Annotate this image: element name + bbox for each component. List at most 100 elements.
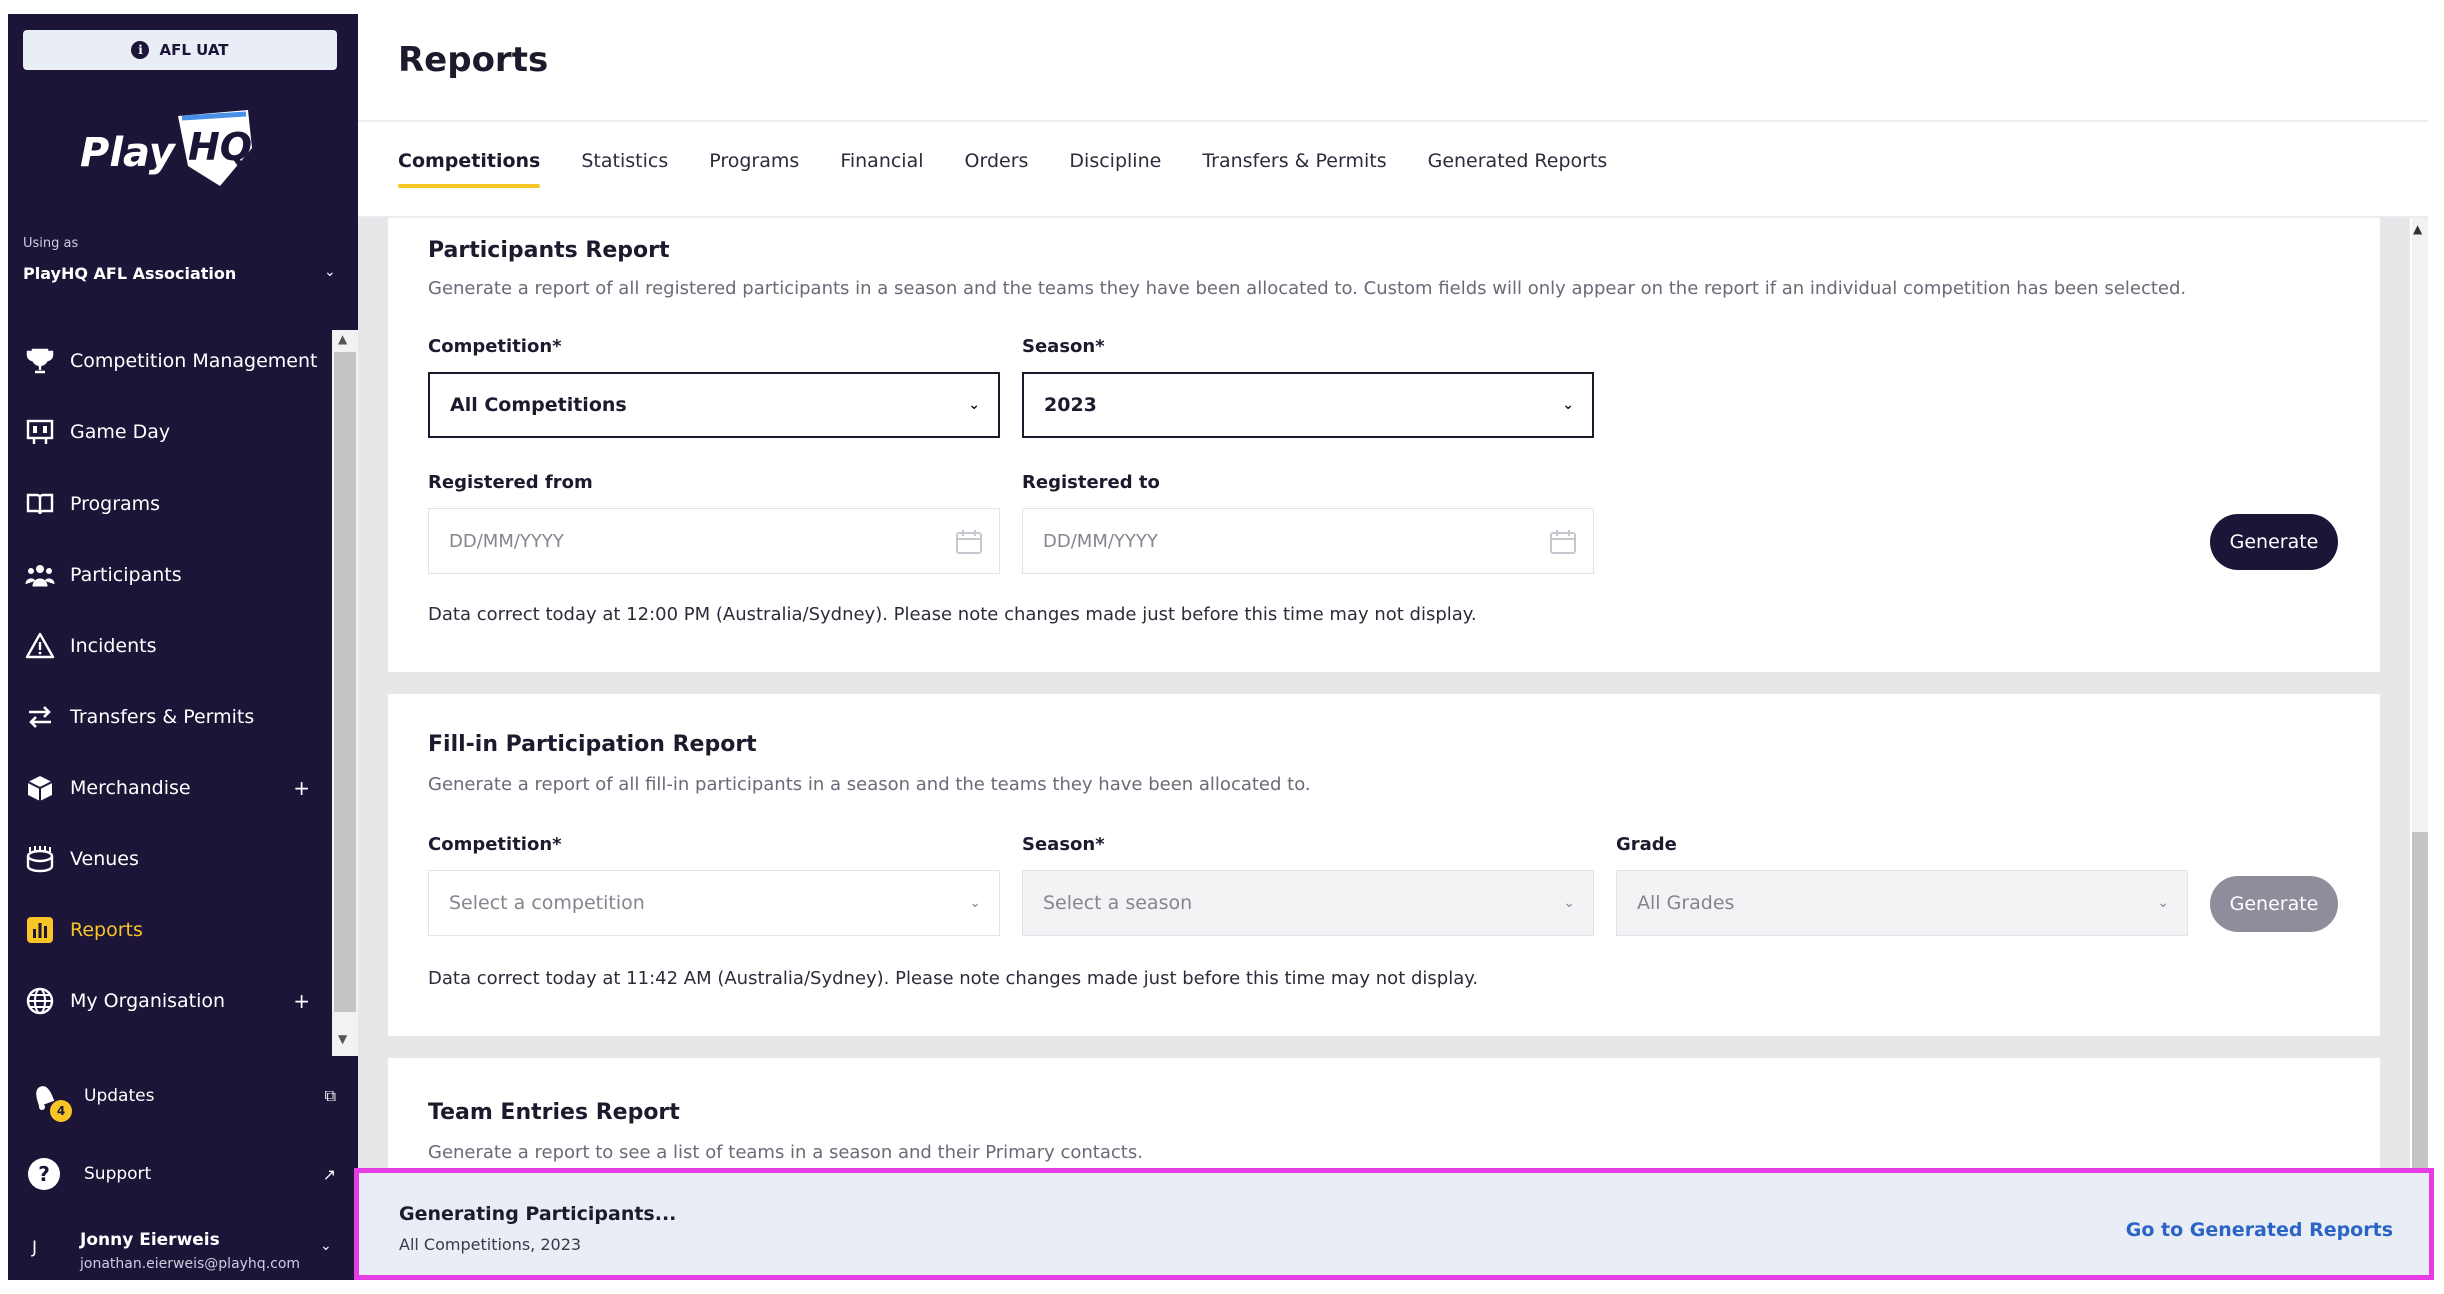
card-description: Generate a report to see a list of teams… — [428, 1142, 1143, 1163]
info-icon: i — [131, 41, 150, 59]
transfer-arrows-icon — [24, 701, 56, 733]
user-menu[interactable]: J Jonny Eierweis jonathan.eierweis@playh… — [8, 1210, 358, 1280]
card-title: Team Entries Report — [428, 1100, 680, 1125]
scroll-up-arrow-icon[interactable]: ▲ — [338, 332, 347, 346]
sidebar-item-label: Transfers & Permits — [70, 706, 255, 728]
tab-financial[interactable]: Financial — [840, 150, 923, 190]
external-link-icon[interactable]: ⧉ — [325, 1086, 336, 1106]
reports-content: Participants Report Generate a report of… — [358, 218, 2410, 1172]
sidebar-item-incidents[interactable]: Incidents — [8, 617, 328, 675]
go-to-generated-reports-link[interactable]: Go to Generated Reports — [2126, 1219, 2393, 1241]
sidebar-item-my-organisation[interactable]: My Organisation + — [8, 972, 328, 1030]
main-scrollbar-thumb[interactable] — [2412, 832, 2428, 1172]
card-title: Participants Report — [428, 238, 670, 263]
warning-icon — [24, 630, 56, 662]
tab-programs[interactable]: Programs — [709, 150, 799, 190]
support-link[interactable]: ? Support ↗ — [8, 1144, 358, 1204]
sidebar-item-venues[interactable]: Venues — [8, 830, 328, 888]
sidebar-item-game-day[interactable]: Game Day — [8, 403, 328, 461]
grade-label: Grade — [1616, 834, 1677, 855]
select-value: All Grades — [1637, 892, 1735, 914]
sidebar-nav: Competition Management Game Day Programs… — [8, 330, 358, 1056]
sidebar-item-programs[interactable]: Programs — [8, 475, 328, 533]
tab-generated-reports[interactable]: Generated Reports — [1428, 150, 1608, 190]
registered-to-date-input[interactable]: DD/MM/YYYY — [1022, 508, 1594, 574]
trophy-icon — [24, 345, 56, 377]
registered-from-date-input[interactable]: DD/MM/YYYY — [428, 508, 1000, 574]
sidebar-item-label: Competition Management — [70, 350, 318, 372]
date-placeholder: DD/MM/YYYY — [449, 530, 564, 552]
chevron-down-icon: ⌄ — [969, 895, 981, 911]
help-icon: ? — [24, 1154, 64, 1194]
user-name: Jonny Eierweis — [80, 1230, 220, 1250]
sidebar-item-transfers-permits[interactable]: Transfers & Permits — [8, 688, 328, 746]
user-email: jonathan.eierweis@playhq.com — [80, 1256, 301, 1272]
chevron-down-icon: ⌄ — [1563, 895, 1575, 911]
expand-plus-icon[interactable]: + — [293, 776, 310, 800]
chevron-down-icon[interactable]: ⌄ — [320, 1238, 332, 1254]
updates-link[interactable]: 4 Updates ⧉ — [8, 1066, 358, 1126]
organisation-name[interactable]: PlayHQ AFL Association — [23, 264, 236, 283]
sidebar-item-label: Game Day — [70, 421, 171, 443]
date-placeholder: DD/MM/YYYY — [1043, 530, 1158, 552]
scroll-down-arrow-icon[interactable]: ▼ — [338, 1032, 347, 1046]
calendar-icon[interactable] — [955, 529, 983, 555]
sidebar-item-label: Incidents — [70, 635, 157, 657]
grade-select[interactable]: All Grades ⌄ — [1616, 870, 2188, 936]
sidebar-scrollbar-thumb[interactable] — [334, 352, 356, 1012]
generate-button[interactable]: Generate — [2210, 876, 2338, 932]
sidebar-item-merchandise[interactable]: Merchandise + — [8, 759, 328, 817]
sidebar-item-participants[interactable]: Participants — [8, 546, 328, 604]
external-link-icon[interactable]: ↗ — [323, 1165, 336, 1184]
scoreboard-icon — [24, 416, 56, 448]
sidebar-item-label: Reports — [70, 919, 143, 941]
data-correct-note: Data correct today at 11:42 AM (Australi… — [428, 968, 1479, 989]
competition-label: Competition* — [428, 336, 562, 357]
select-placeholder: Select a season — [1043, 892, 1193, 914]
season-select[interactable]: Select a season ⌄ — [1022, 870, 1594, 936]
card-description: Generate a report of all registered part… — [428, 278, 2187, 299]
team-entries-report-card: Team Entries Report Generate a report to… — [388, 1058, 2380, 1172]
sidebar-item-label: Participants — [70, 564, 182, 586]
season-label: Season* — [1022, 834, 1105, 855]
sidebar-item-competition-management[interactable]: Competition Management — [8, 332, 328, 390]
tab-discipline[interactable]: Discipline — [1069, 150, 1161, 190]
tab-transfers-permits[interactable]: Transfers & Permits — [1202, 150, 1386, 190]
expand-plus-icon[interactable]: + — [293, 989, 310, 1013]
sidebar-item-label: My Organisation — [70, 990, 226, 1012]
card-description: Generate a report of all fill-in partici… — [428, 774, 1311, 795]
header-divider — [358, 120, 2428, 122]
sidebar-item-label: Venues — [70, 848, 139, 870]
competition-select[interactable]: Select a competition ⌄ — [428, 870, 1000, 936]
select-placeholder: Select a competition — [449, 892, 645, 914]
bar-chart-icon — [24, 914, 56, 946]
svg-text:?: ? — [38, 1162, 50, 1186]
avatar: J — [32, 1238, 38, 1258]
playhq-logo[interactable]: Play HQ — [70, 108, 270, 203]
participants-report-card: Participants Report Generate a report of… — [388, 218, 2380, 672]
tab-bar: Competitions Statistics Programs Financi… — [398, 150, 1648, 190]
competition-select[interactable]: All Competitions ⌄ — [428, 372, 1000, 438]
tab-statistics[interactable]: Statistics — [581, 150, 668, 190]
environment-badge: i AFL UAT — [23, 30, 337, 70]
support-label: Support — [84, 1164, 152, 1184]
chevron-down-icon: ⌄ — [1562, 397, 1574, 413]
sidebar: i AFL UAT Play HQ Using as PlayHQ AFL As… — [8, 14, 358, 1280]
competition-label: Competition* — [428, 834, 562, 855]
generate-button[interactable]: Generate — [2210, 514, 2338, 570]
season-select[interactable]: 2023 ⌄ — [1022, 372, 1594, 438]
toast-subtitle: All Competitions, 2023 — [399, 1235, 582, 1254]
svg-text:Play: Play — [80, 130, 177, 176]
tab-orders[interactable]: Orders — [965, 150, 1029, 190]
select-value: All Competitions — [450, 394, 627, 416]
card-title: Fill-in Participation Report — [428, 732, 757, 757]
tab-competitions[interactable]: Competitions — [398, 150, 541, 190]
scroll-up-arrow-icon[interactable]: ▲ — [2413, 222, 2422, 236]
chevron-down-icon[interactable]: ⌄ — [324, 264, 336, 280]
using-as-label: Using as — [23, 236, 79, 251]
data-correct-note: Data correct today at 12:00 PM (Australi… — [428, 604, 1477, 625]
generating-report-toast: Generating Participants... All Competiti… — [354, 1168, 2434, 1280]
calendar-icon[interactable] — [1549, 529, 1577, 555]
fillin-report-card: Fill-in Participation Report Generate a … — [388, 694, 2380, 1036]
sidebar-item-reports[interactable]: Reports — [8, 901, 328, 959]
